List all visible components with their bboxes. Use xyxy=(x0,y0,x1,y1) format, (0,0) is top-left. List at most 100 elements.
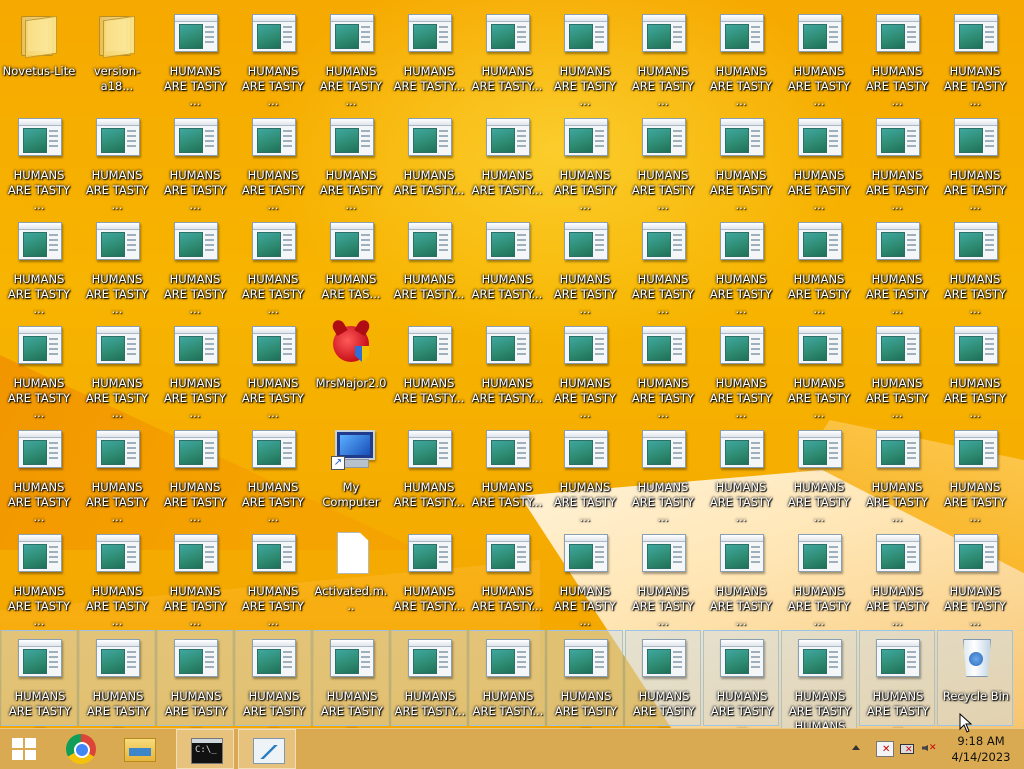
desktop-icon[interactable]: HUMANS ARE TASTY ... xyxy=(625,214,701,316)
network-icon[interactable] xyxy=(898,741,914,755)
desktop-icon[interactable]: HUMANS ARE TASTY ... xyxy=(235,630,311,728)
desktop-icon[interactable]: HUMANS ARE TASTY ... xyxy=(79,630,155,728)
desktop-icon[interactable]: HUMANS ARE TASTY ... xyxy=(703,630,779,728)
desktop-icon[interactable]: HUMANS ARE TASTY ... xyxy=(937,6,1013,108)
desktop-icon[interactable]: HUMANS ARE TASTY ... xyxy=(313,110,389,212)
desktop-icon[interactable]: HUMANS ARE TASTY ... xyxy=(235,110,311,212)
desktop-icon[interactable]: HUMANS ARE TASTY ... xyxy=(157,422,233,524)
desktop-icon[interactable]: HUMANS ARE TASTY ... xyxy=(79,526,155,628)
desktop-icon[interactable]: HUMANS ARE TASTY ... xyxy=(781,526,857,628)
desktop-icon[interactable]: HUMANS ARE TASTY ... xyxy=(547,110,623,212)
desktop-icon[interactable]: HUMANS ARE TASTY ... xyxy=(625,630,701,728)
desktop-icon[interactable]: HUMANS ARE TASTY ... xyxy=(157,526,233,628)
desktop-icon[interactable]: HUMANS ARE TASTY... xyxy=(391,214,467,310)
desktop-icon[interactable]: HUMANS ARE TASTY ... xyxy=(157,110,233,212)
desktop-icon[interactable]: HUMANS ARE TASTY... xyxy=(469,526,545,622)
desktop-icon[interactable]: HUMANS ARE TASTY ... xyxy=(313,630,389,728)
desktop-icon[interactable]: HUMANS ARE TASTY ... xyxy=(859,422,935,524)
desktop-icon[interactable]: HUMANS ARE TASTY ... xyxy=(625,6,701,108)
desktop-icon[interactable]: HUMANS ARE TASTY ... xyxy=(859,318,935,420)
clock[interactable]: 9:18 AM 4/14/2023 xyxy=(946,733,1016,765)
desktop-icon[interactable]: HUMANS ARE TASTY ... xyxy=(313,6,389,108)
desktop-icon[interactable]: HUMANS ARE TASTY ... xyxy=(157,630,233,728)
desktop-icon[interactable]: HUMANS ARE TASTY ... xyxy=(1,110,77,212)
desktop-icon[interactable]: HUMANS ARE TASTY ... xyxy=(235,422,311,524)
desktop-icon[interactable]: HUMANS ARE TASTY ... xyxy=(157,214,233,316)
file-explorer-button[interactable] xyxy=(110,729,168,769)
desktop-icon[interactable]: HUMANS ARE TASTY ... xyxy=(859,6,935,108)
desktop-icon[interactable]: HUMANS ARE TASTY ... xyxy=(625,526,701,628)
desktop-icon[interactable]: HUMANS ARE TASTY... xyxy=(391,422,467,518)
desktop-icon[interactable]: HUMANS ARE TASTY ... xyxy=(547,6,623,108)
action-center-flag-icon[interactable] xyxy=(876,741,894,757)
chrome-button[interactable] xyxy=(52,729,110,769)
desktop-icon[interactable]: HUMANS ARE TASTY ... xyxy=(79,422,155,524)
desktop-icon[interactable]: HUMANS ARE TASTY ... xyxy=(547,422,623,524)
desktop-icon[interactable]: HUMANS ARE TASTY ... xyxy=(547,318,623,420)
desktop-icon[interactable]: HUMANS ARE TASTY ... xyxy=(1,318,77,420)
desktop-icon[interactable]: HUMANS ARE TASTY ... xyxy=(1,422,77,524)
desktop-icon[interactable]: HUMANS ARE TASTY... xyxy=(469,6,545,102)
desktop-icon[interactable]: HUMANS ARE TASTY ... xyxy=(703,110,779,212)
desktop-icon[interactable]: HUMANS ARE TASTY... xyxy=(391,526,467,622)
desktop-icon[interactable]: version-a18... xyxy=(79,6,155,102)
desktop-icon[interactable]: HUMANS ARE TASTY ... xyxy=(703,526,779,628)
desktop-icon[interactable]: MrsMajor2.0 xyxy=(313,318,389,414)
desktop-icon[interactable]: HUMANS ARE TASTY ... xyxy=(781,6,857,108)
desktop-icon[interactable]: HUMANS ARE TASTY ... xyxy=(937,110,1013,212)
desktop-icon[interactable]: HUMANS ARE TASTY ... xyxy=(157,6,233,108)
desktop-icon[interactable]: HUMANS ARE TASTY... xyxy=(391,630,467,726)
show-hidden-icons-chevron-up-icon[interactable] xyxy=(850,741,862,753)
volume-muted-icon[interactable] xyxy=(921,741,937,755)
desktop-icon[interactable]: HUMANS ARE TASTY ... xyxy=(781,422,857,524)
desktop-icon[interactable]: HUMANS ARE TASTY ... xyxy=(625,318,701,420)
desktop-icon[interactable]: HUMANS ARE TASTY ... xyxy=(781,318,857,420)
desktop-icon[interactable]: HUMANS ARE TASTY ... xyxy=(859,214,935,316)
command-prompt-button[interactable]: C:\_ xyxy=(176,729,234,769)
desktop-icon[interactable]: HUMANS ARE TASTY ... xyxy=(79,110,155,212)
desktop-icon[interactable]: HUMANS ARE TASTY ... xyxy=(703,422,779,524)
desktop-icon[interactable]: HUMANS ARE TASTY ... xyxy=(781,110,857,212)
desktop-icon[interactable]: HUMANS ARE TASTY ... xyxy=(1,214,77,316)
performance-monitor-button[interactable] xyxy=(238,729,296,769)
desktop-icon[interactable]: HUMANS ARE TASTY ... xyxy=(703,318,779,420)
desktop-icon[interactable]: HUMANS ARE TASTY ... xyxy=(235,318,311,420)
start-button[interactable] xyxy=(0,729,48,769)
desktop-icon[interactable]: HUMANS ARE TASTY ... xyxy=(79,214,155,316)
desktop-icon[interactable]: HUMANS ARE TASTY ... xyxy=(937,214,1013,316)
desktop-icon[interactable]: ↗ My Computer xyxy=(313,422,389,518)
desktop-icon[interactable]: HUMANS ARE TASTY ... xyxy=(547,214,623,316)
desktop-icon[interactable]: HUMANS ARE TASTY ... xyxy=(235,526,311,628)
desktop-icon[interactable]: HUMANS ARE TASTY... xyxy=(469,630,545,726)
desktop-icon[interactable]: Novetus-Lite xyxy=(1,6,77,102)
desktop-icon[interactable]: HUMANS ARE TASTY... xyxy=(469,214,545,310)
desktop-icon[interactable]: HUMANS ARE TASTY ... xyxy=(547,526,623,628)
desktop-icon[interactable]: Activated.m... xyxy=(313,526,389,622)
desktop-icon[interactable]: HUMANS ARE TASTY ... xyxy=(1,526,77,628)
desktop-icon[interactable]: HUMANS ARE TASTY... xyxy=(469,110,545,206)
desktop-icon[interactable]: HUMANS ARE TASTY ... xyxy=(859,110,935,212)
desktop-icon[interactable]: HUMANS ARE TASTY... xyxy=(391,6,467,102)
desktop-icon[interactable]: HUMANS ARE TASTY ... xyxy=(859,526,935,628)
desktop-icon[interactable]: HUMANS ARE TASTY ... xyxy=(703,214,779,316)
desktop-icon[interactable]: Recycle Bin xyxy=(937,630,1013,726)
desktop-icon[interactable]: HUMANS ARE TASTY HUMANS xyxy=(781,630,857,728)
desktop-icon[interactable]: HUMANS ARE TAS... xyxy=(313,214,389,310)
desktop-icon[interactable]: HUMANS ARE TASTY ... xyxy=(547,630,623,728)
desktop-icon[interactable]: HUMANS ARE TASTY... xyxy=(391,110,467,206)
desktop-icon[interactable]: HUMANS ARE TASTY ... xyxy=(937,422,1013,524)
desktop-icon[interactable]: HUMANS ARE TASTY ... xyxy=(235,6,311,108)
desktop-icon[interactable]: HUMANS ARE TASTY ... xyxy=(79,318,155,420)
desktop-icon[interactable]: HUMANS ARE TASTY ... xyxy=(1,630,77,728)
desktop-icon[interactable]: HUMANS ARE TASTY ... xyxy=(937,318,1013,420)
desktop-icon[interactable]: HUMANS ARE TASTY ... xyxy=(157,318,233,420)
desktop-icon[interactable]: HUMANS ARE TASTY ... xyxy=(859,630,935,728)
desktop-icon[interactable]: HUMANS ARE TASTY... xyxy=(469,422,545,518)
desktop-icon[interactable]: HUMANS ARE TASTY ... xyxy=(703,6,779,108)
desktop-icon[interactable]: HUMANS ARE TASTY ... xyxy=(781,214,857,316)
desktop-icon[interactable]: HUMANS ARE TASTY... xyxy=(391,318,467,414)
desktop-icon[interactable]: HUMANS ARE TASTY ... xyxy=(937,526,1013,628)
desktop-icon[interactable]: HUMANS ARE TASTY ... xyxy=(625,422,701,524)
desktop-icon[interactable]: HUMANS ARE TASTY ... xyxy=(235,214,311,316)
desktop-icon[interactable]: HUMANS ARE TASTY... xyxy=(469,318,545,414)
